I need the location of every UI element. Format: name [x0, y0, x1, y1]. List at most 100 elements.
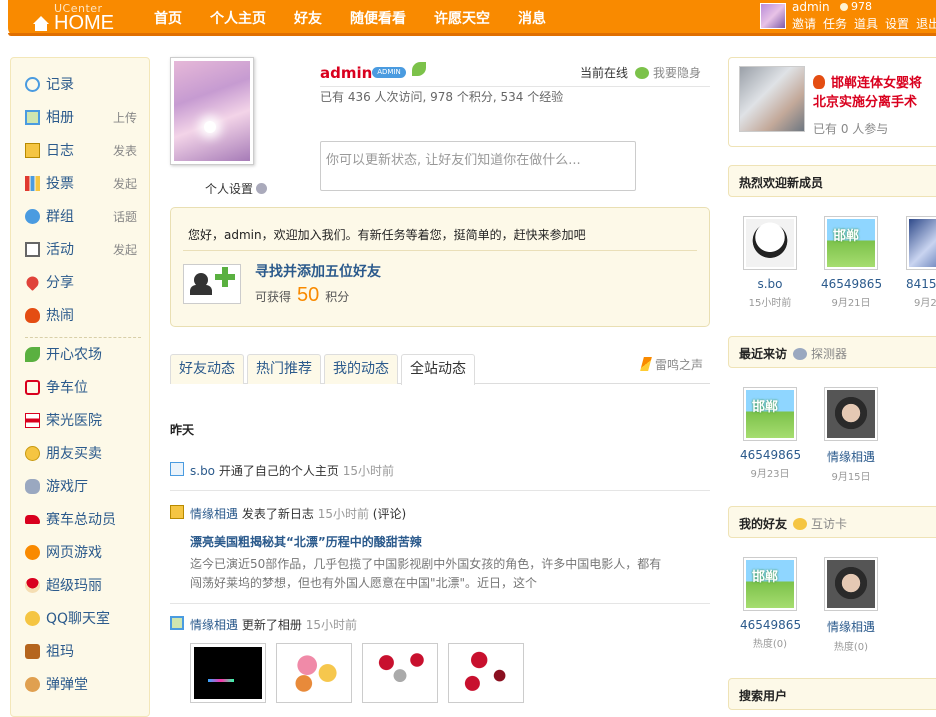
tab-my-feed[interactable]: 我的动态 — [324, 354, 398, 384]
sidebar-item-poll[interactable]: 投票 发起 — [25, 173, 143, 193]
member-avatar[interactable] — [906, 216, 936, 270]
sidebar-divider — [25, 337, 141, 338]
member-card[interactable]: 46549865 9月21日 — [821, 216, 881, 309]
nav-friends[interactable]: 好友 — [294, 8, 322, 28]
news-title-line1: 邯郸连体女婴将 — [831, 76, 923, 91]
sidebar-label: 日志 — [46, 143, 74, 159]
post-blog-link[interactable]: 发表 — [113, 142, 137, 159]
profile-avatar[interactable] — [170, 57, 254, 165]
profile-name[interactable]: admin — [320, 64, 372, 82]
sidebar-game-ddtank[interactable]: 弹弹堂 — [25, 674, 143, 694]
nav-home[interactable]: 首页 — [154, 8, 182, 28]
news-image[interactable] — [739, 66, 805, 132]
main-nav: 首页 个人主页 好友 随便看看 许愿天空 消息 — [154, 8, 574, 28]
nav-messages[interactable]: 消息 — [518, 8, 546, 28]
member-name[interactable]: 46549865 — [821, 277, 881, 291]
friend-name[interactable]: 46549865 — [740, 618, 800, 632]
blog-title-link[interactable]: 漂亮美国粗揭秘其“北漂”历程中的酸甜苦辣 — [190, 533, 422, 550]
feed-user-link[interactable]: s.bo — [190, 464, 215, 478]
visitor-card[interactable]: 情缘相遇 9月15日 — [821, 387, 881, 483]
sidebar-game-farm[interactable]: 开心农场 — [25, 344, 143, 364]
add-friend-icon[interactable] — [183, 264, 241, 304]
album-thumbnail[interactable] — [190, 643, 266, 703]
sidebar-item-share[interactable]: 分享 — [24, 272, 143, 292]
visitor-card[interactable]: 46549865 9月23日 — [740, 387, 800, 480]
sidebar-game-friend-trade[interactable]: 朋友买卖 — [25, 443, 143, 463]
sidebar-game-mario[interactable]: 超级玛丽 — [25, 575, 143, 595]
feed-user-link[interactable]: 情缘相遇 — [190, 618, 238, 632]
member-avatar[interactable] — [743, 216, 797, 270]
feed-user-link[interactable]: 情缘相遇 — [190, 507, 238, 521]
status-input[interactable]: 你可以更新状态, 让好友们知道你在做什么... — [320, 141, 636, 191]
friend-avatar[interactable] — [743, 557, 797, 611]
album-thumbnail[interactable] — [362, 643, 438, 703]
go-invisible-link[interactable]: 我要隐身 — [635, 64, 701, 81]
link-items[interactable]: 道具 — [854, 15, 878, 32]
upload-link[interactable]: 上传 — [113, 109, 137, 126]
album-thumbnail[interactable] — [276, 643, 352, 703]
photo-icon — [25, 109, 40, 125]
people-icon — [793, 518, 808, 530]
nav-wish[interactable]: 许愿天空 — [434, 8, 490, 28]
my-friends-header: 我的好友 互访卡 — [728, 506, 936, 538]
sidebar-item-album[interactable]: 相册 上传 — [25, 107, 143, 127]
sidebar-item-event[interactable]: 活动 发起 — [25, 239, 143, 259]
friend-card[interactable]: 46549865 热度(0) — [740, 557, 800, 650]
album-thumbnail[interactable] — [448, 643, 524, 703]
sidebar-label: 热闹 — [46, 308, 74, 324]
link-logout[interactable]: 退出 — [916, 15, 936, 32]
comment-link[interactable]: (评论) — [373, 507, 406, 521]
header-username[interactable]: admin — [792, 0, 830, 14]
nav-profile[interactable]: 个人主页 — [210, 8, 266, 28]
detector-link[interactable]: 探测器 — [793, 347, 847, 361]
member-card[interactable]: 8415 9月2 — [902, 216, 936, 309]
sidebar-game-zuma[interactable]: 祖玛 — [25, 641, 143, 661]
member-name[interactable]: 8415 — [902, 277, 936, 291]
sidebar-item-hot[interactable]: 热闹 — [25, 305, 143, 325]
feed-action: 开通了自己的个人主页 — [218, 464, 339, 478]
friends-title: 我的好友 — [739, 517, 788, 531]
start-poll-link[interactable]: 发起 — [113, 175, 137, 192]
thunder-voice-link[interactable]: 雷鸣之声 — [640, 356, 703, 373]
sidebar-game-qq-chat[interactable]: QQ聊天室 — [25, 608, 143, 628]
friend-name[interactable]: 情缘相遇 — [821, 618, 881, 635]
sidebar-item-blog[interactable]: 日志 发表 — [25, 140, 143, 160]
recent-title: 最近来访 — [739, 347, 788, 361]
game-label: QQ聊天室 — [46, 611, 111, 627]
member-avatar[interactable] — [824, 216, 878, 270]
member-card[interactable]: s.bo 15小时前 — [740, 216, 800, 309]
sidebar-game-hospital[interactable]: 荣光医院 — [25, 410, 143, 430]
visitor-avatar[interactable] — [743, 387, 797, 441]
sidebar-item-group[interactable]: 群组 话题 — [25, 206, 143, 226]
gamepad-icon — [25, 478, 40, 494]
sidebar-game-web-games[interactable]: 网页游戏 — [25, 542, 143, 562]
link-invite[interactable]: 邀请 — [792, 15, 816, 32]
reward-value: 50 — [297, 284, 320, 306]
sidebar-game-arcade[interactable]: 游戏厅 — [25, 476, 143, 496]
link-tasks[interactable]: 任务 — [823, 15, 847, 32]
news-participants: 已有 0 人参与 — [813, 122, 889, 136]
tab-hot[interactable]: 热门推荐 — [247, 354, 321, 384]
tab-friends-feed[interactable]: 好友动态 — [170, 354, 244, 384]
task-title-link[interactable]: 寻找并添加五位好友 — [255, 261, 381, 281]
friend-card[interactable]: 情缘相遇 热度(0) — [821, 557, 881, 653]
profile-settings-link[interactable]: 个人设置 — [205, 180, 268, 197]
sidebar-game-parking[interactable]: 争车位 — [25, 377, 143, 397]
visit-card-link[interactable]: 互访卡 — [793, 517, 847, 531]
visitor-name[interactable]: 情缘相遇 — [821, 448, 881, 465]
member-name[interactable]: s.bo — [740, 277, 800, 291]
sidebar-item-record[interactable]: 记录 — [25, 74, 143, 94]
link-settings[interactable]: 设置 — [885, 15, 909, 32]
tab-site-feed[interactable]: 全站动态 — [401, 354, 475, 385]
visitor-name[interactable]: 46549865 — [740, 448, 800, 462]
user-avatar[interactable] — [760, 3, 786, 29]
topic-link[interactable]: 话题 — [113, 208, 137, 225]
feed-action: 更新了相册 — [241, 618, 302, 632]
member-time: 15小时前 — [748, 298, 792, 309]
news-title-link[interactable]: 邯郸连体女婴将 北京实施分离手术 — [813, 74, 936, 112]
sidebar-game-racing[interactable]: 赛车总动员 — [25, 509, 143, 529]
visitor-avatar[interactable] — [824, 387, 878, 441]
nav-browse[interactable]: 随便看看 — [350, 8, 406, 28]
friend-avatar[interactable] — [824, 557, 878, 611]
start-event-link[interactable]: 发起 — [113, 241, 137, 258]
